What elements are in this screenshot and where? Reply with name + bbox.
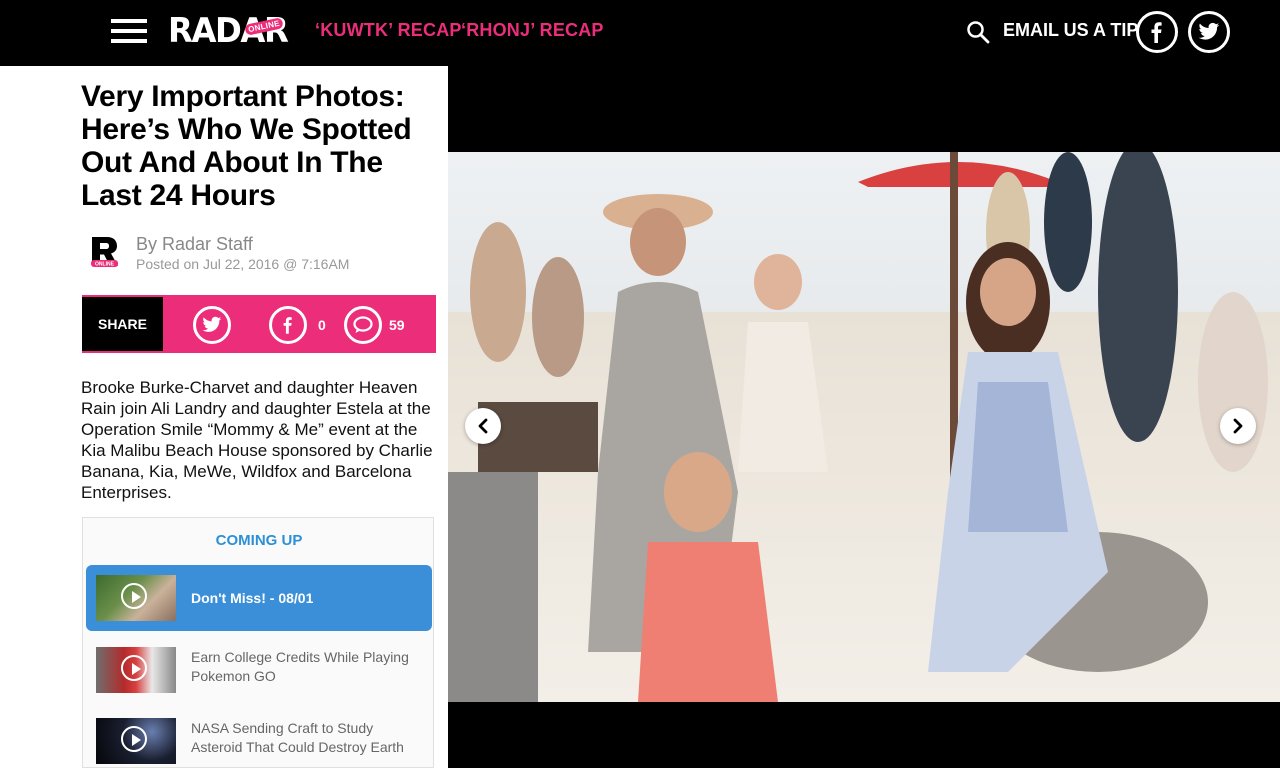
facebook-icon	[1151, 22, 1162, 43]
nav-rhonj-recap[interactable]: ‘RHONJ’ RECAP	[461, 20, 604, 41]
next-slide-button[interactable]	[1220, 408, 1256, 444]
video-title: NASA Sending Craft to Study Asteroid Tha…	[191, 720, 404, 755]
coming-up-title: COMING UP	[215, 532, 303, 549]
site-logo[interactable]: RADAR ONLINE	[168, 13, 294, 53]
posted-date: Posted on Jul 22, 2016 @ 7:16AM	[136, 256, 350, 272]
facebook-icon	[283, 317, 292, 334]
search-icon[interactable]	[966, 20, 990, 44]
video-item-nasa[interactable]: NASA Sending Craft to Study Asteroid Tha…	[86, 708, 432, 774]
coming-up-panel: COMING UP Don't Miss! - 08/01 Earn Colle…	[82, 517, 434, 768]
menu-icon[interactable]	[111, 19, 147, 43]
facebook-share-count: 0	[318, 317, 326, 333]
twitter-button[interactable]	[1188, 11, 1230, 53]
comment-count: 59	[389, 317, 405, 333]
share-facebook-button[interactable]	[269, 306, 307, 344]
previous-slide-button[interactable]	[465, 408, 501, 444]
video-title: Don't Miss! - 08/01	[191, 590, 314, 606]
svg-text:ONLINE: ONLINE	[95, 262, 115, 268]
twitter-icon	[202, 316, 222, 332]
article-title: Very Important Photos: Here’s Who We Spo…	[81, 80, 412, 212]
comments-button[interactable]	[344, 306, 382, 344]
share-bar: SHARE 0 59	[82, 295, 436, 353]
chevron-left-icon	[478, 418, 488, 434]
play-icon	[121, 655, 147, 681]
video-thumbnail	[96, 647, 176, 693]
comment-bubble-icon	[353, 316, 373, 333]
nav-kuwtk-recap[interactable]: ‘KUWTK’ RECAP	[315, 20, 462, 41]
play-icon	[121, 726, 147, 752]
byline[interactable]: By Radar Staff	[136, 234, 253, 255]
video-thumbnail	[96, 575, 176, 621]
photo-caption: Brooke Burke-Charvet and daughter Heaven…	[81, 378, 433, 502]
email-tip-link[interactable]: EMAIL US A TIP	[1003, 20, 1138, 41]
photo-slideshow	[448, 66, 1280, 768]
site-header: RADAR ONLINE ‘KUWTK’ RECAP ‘RHONJ’ RECAP…	[0, 0, 1280, 66]
video-title: Earn College Credits While Playing Pokem…	[191, 649, 409, 684]
share-label: SHARE	[82, 295, 163, 353]
video-thumbnail	[96, 718, 176, 764]
facebook-button[interactable]	[1136, 11, 1178, 53]
event-photo	[448, 152, 1280, 702]
chevron-right-icon	[1233, 418, 1243, 434]
share-twitter-button[interactable]	[193, 306, 231, 344]
twitter-icon	[1198, 22, 1220, 40]
radar-author-logo: ONLINE	[91, 237, 118, 268]
video-item-pokemon[interactable]: Earn College Credits While Playing Pokem…	[86, 637, 432, 703]
video-item-dont-miss[interactable]: Don't Miss! - 08/01	[86, 565, 432, 631]
slide-photo[interactable]	[448, 152, 1280, 702]
logo-text: RADAR	[168, 11, 289, 51]
play-icon	[121, 583, 147, 609]
